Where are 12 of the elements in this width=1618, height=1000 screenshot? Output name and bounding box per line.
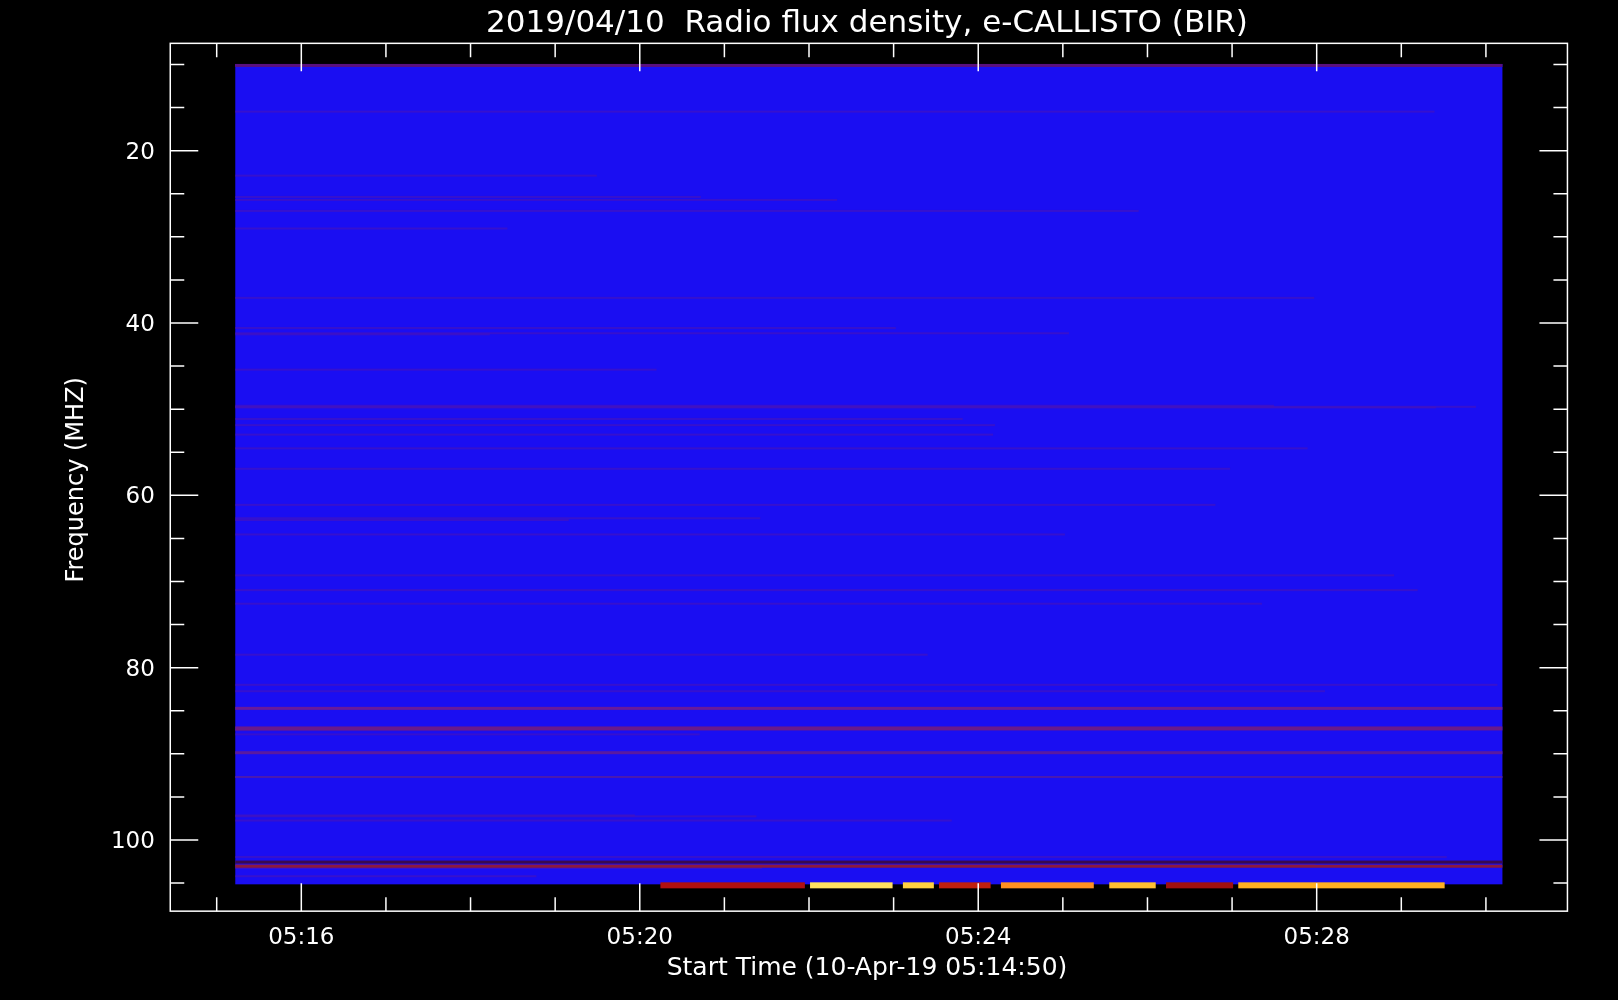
- tick-label: 20: [125, 137, 155, 164]
- axis-label: Frequency (MHZ): [61, 377, 89, 583]
- tick-label: 100: [110, 826, 155, 853]
- tick-label: 05:20: [606, 923, 673, 950]
- tick-label: 05:28: [1283, 923, 1350, 950]
- chart-title: 2019/04/10 Radio flux density, e-CALLISTO (BIR): [486, 3, 1248, 39]
- axis-label: Start Time (10-Apr-19 05:14:50): [666, 952, 1068, 981]
- tick-label: 80: [125, 654, 155, 681]
- tick-label: 60: [125, 482, 155, 509]
- tick-label: 05:16: [268, 923, 335, 950]
- tick-label: 05:24: [945, 923, 1012, 950]
- tick-label: 40: [125, 310, 155, 336]
